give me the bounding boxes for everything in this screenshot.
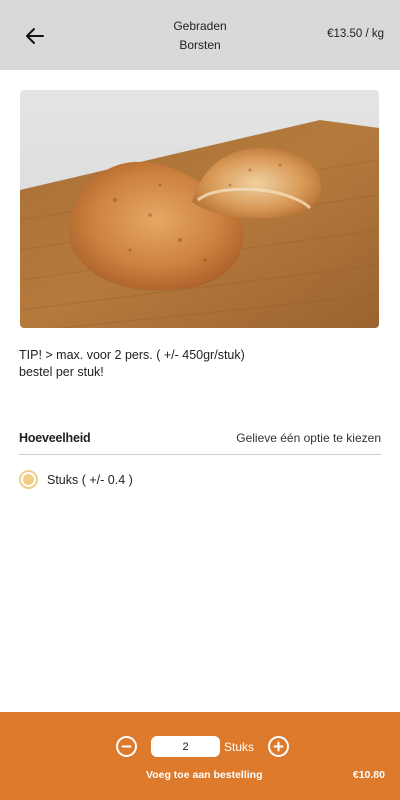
product-image	[20, 90, 379, 328]
title-line-1: Gebraden	[173, 19, 227, 33]
add-to-order-button[interactable]: Voeg toe aan bestelling	[146, 769, 263, 781]
option-stuks[interactable]: Stuks ( +/- 0.4 )	[19, 470, 133, 489]
title-line-2: Borsten	[179, 38, 221, 52]
back-button[interactable]	[20, 22, 50, 50]
page-title: Gebraden Borsten	[150, 17, 250, 55]
radio-selected-dot	[23, 474, 34, 485]
order-total: €10.80	[352, 769, 385, 781]
price-per-kg: €13.50 / kg	[327, 28, 384, 40]
order-footer: Stuks Voeg toe aan bestelling €10.80	[0, 712, 400, 800]
arrow-left-icon	[26, 28, 44, 44]
increase-button[interactable]	[268, 736, 290, 757]
plus-circle-icon	[273, 741, 284, 752]
minus-circle-icon	[121, 745, 132, 748]
divider	[19, 454, 381, 455]
option-label: Stuks ( +/- 0.4 )	[47, 472, 133, 487]
quantity-input[interactable]	[151, 736, 220, 757]
quantity-title: Hoeveelheid	[19, 431, 91, 445]
unit-label: Stuks	[224, 739, 255, 754]
tip-line-1: TIP! > max. voor 2 pers. ( +/- 450gr/stu…	[19, 348, 245, 362]
tip-text: TIP! > max. voor 2 pers. ( +/- 450gr/stu…	[19, 347, 379, 381]
quantity-section: Hoeveelheid Gelieve één optie te kiezen	[19, 423, 381, 455]
app-header: Gebraden Borsten €13.50 / kg	[0, 0, 400, 70]
radio-button[interactable]	[19, 470, 38, 489]
tip-line-2: bestel per stuk!	[19, 365, 104, 379]
quantity-hint: Gelieve één optie te kiezen	[236, 431, 381, 445]
decrease-button[interactable]	[116, 736, 137, 757]
quantity-stepper: Stuks	[116, 736, 290, 757]
